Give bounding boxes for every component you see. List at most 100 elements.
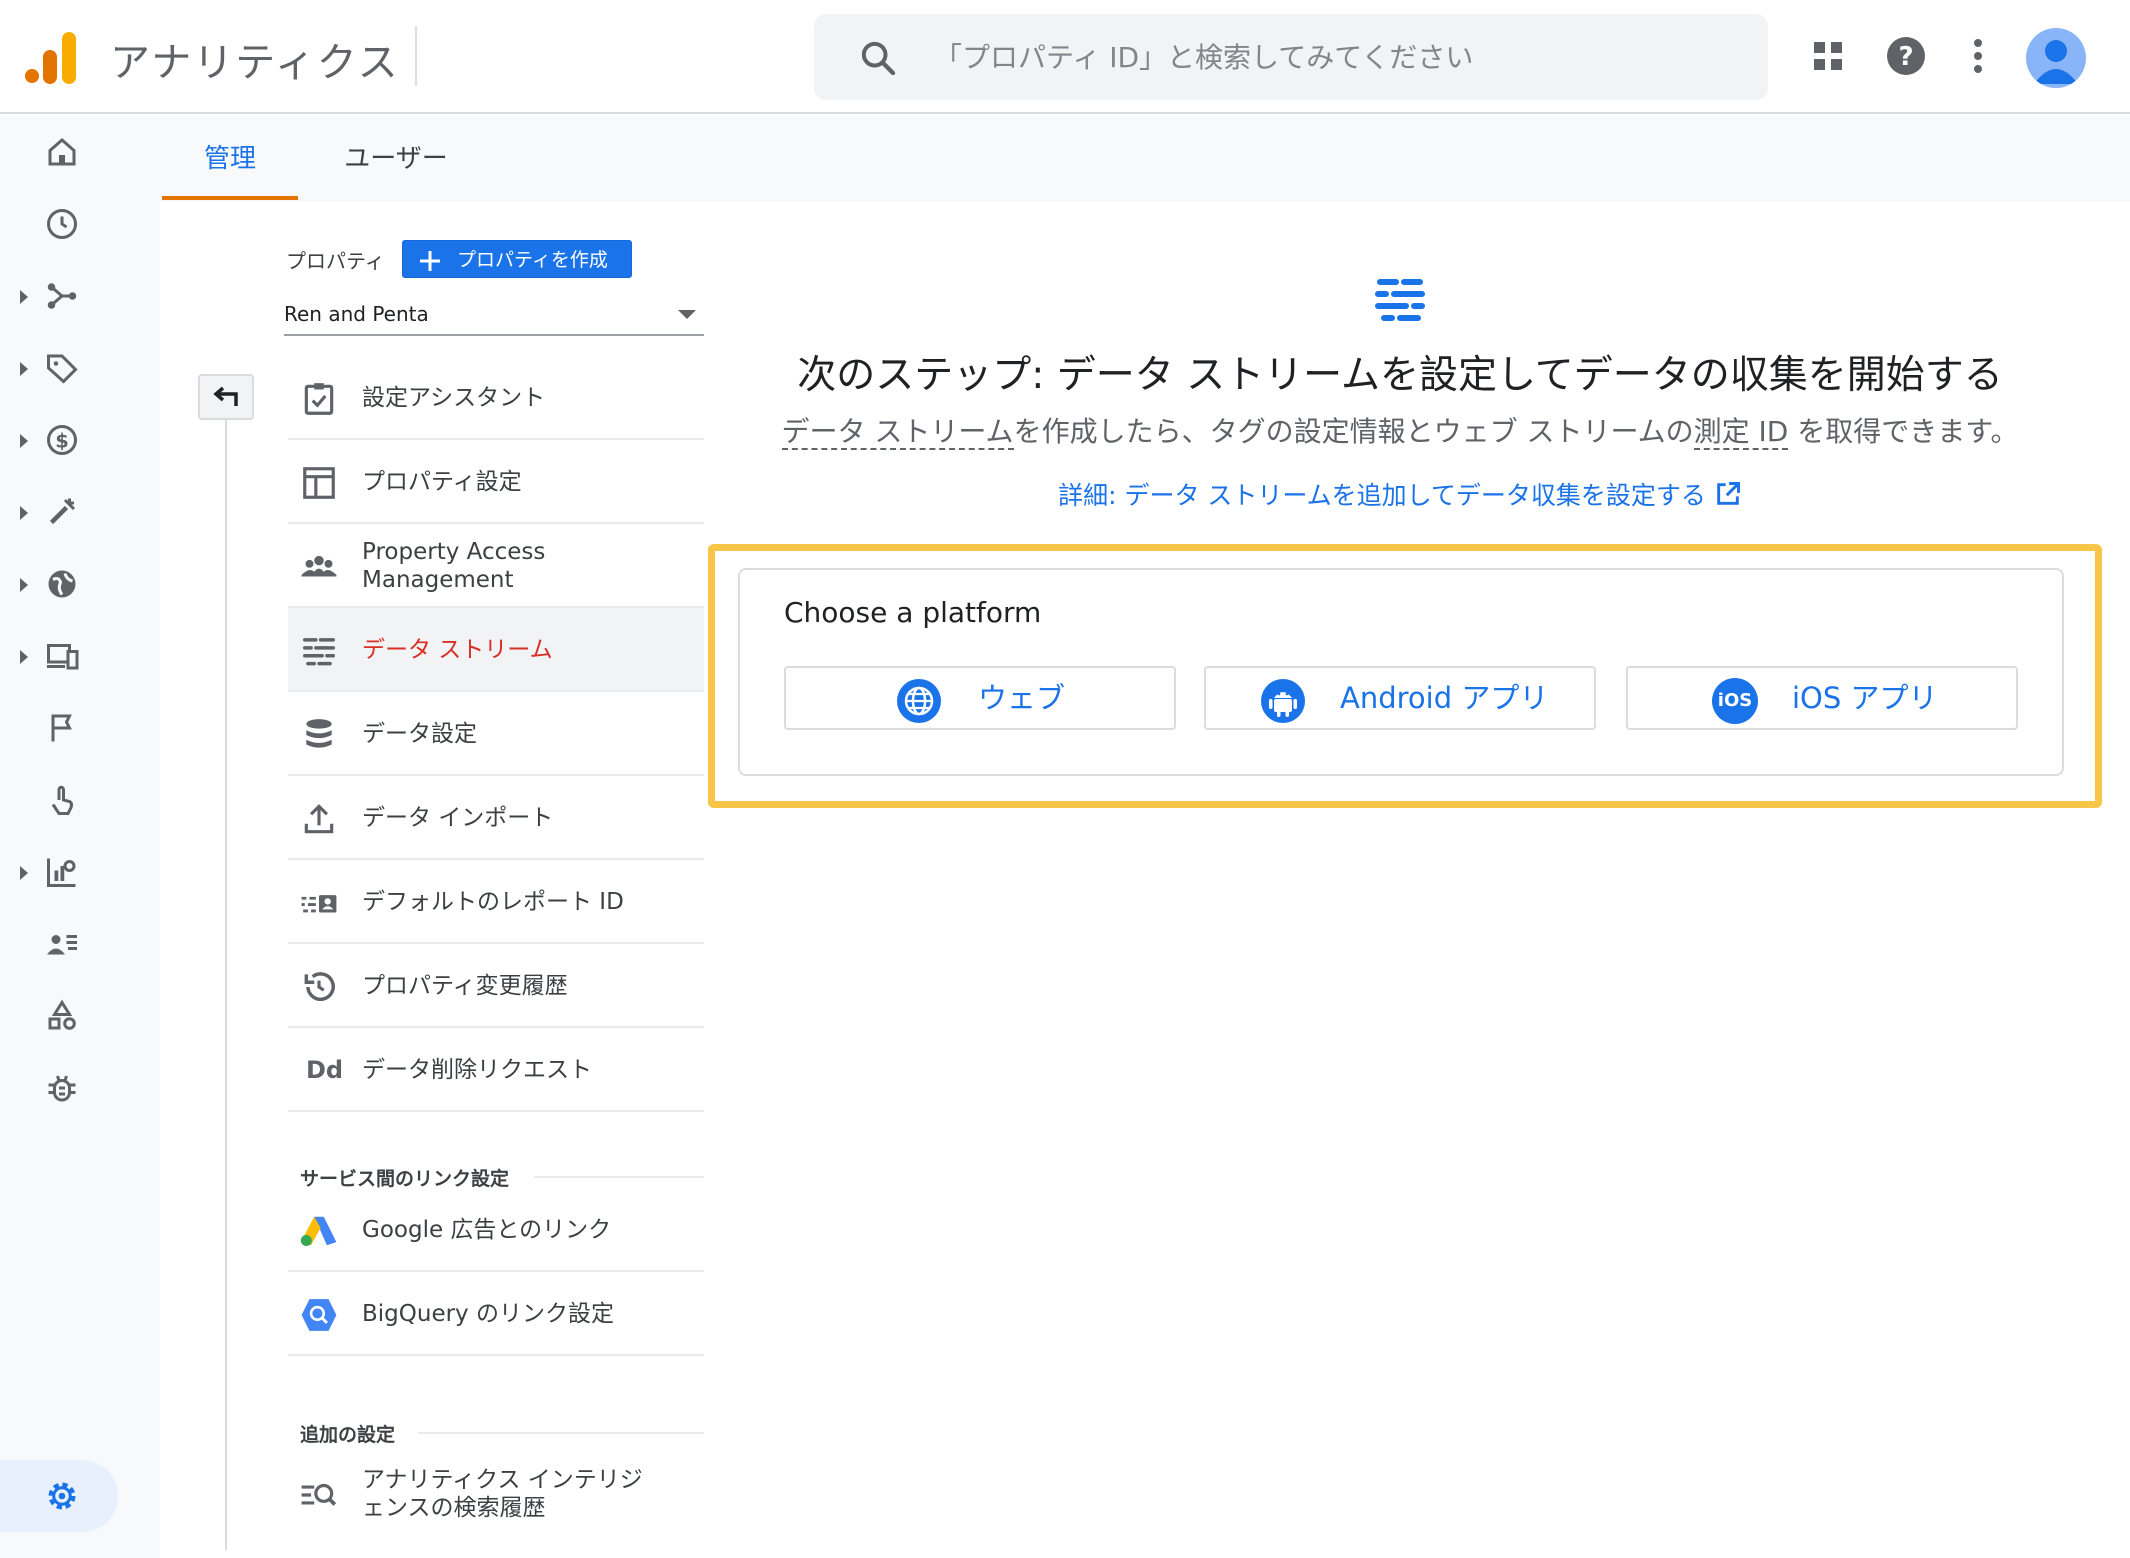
person-icon (2034, 40, 2078, 84)
checklist-icon (304, 383, 334, 415)
google-ads-icon (300, 1216, 337, 1247)
rail-flag[interactable] (0, 698, 160, 758)
rail-insights[interactable] (0, 842, 160, 902)
devices-icon (47, 644, 79, 670)
expand-caret-icon[interactable] (20, 506, 28, 520)
learn-more-link[interactable]: 詳細: データ ストリームを追加してデータ収集を設定する (760, 476, 2040, 512)
menu-item-label-line: アナリティクス インテリジ (362, 1467, 643, 1493)
explore-icon (47, 283, 77, 309)
platform-android-button[interactable]: Android アプリ (1204, 666, 1596, 730)
create-property-button[interactable]: プロパティを作成 (402, 240, 632, 278)
open-in-new-icon (1717, 482, 1740, 505)
top-app-bar: アナリティクス ? (0, 0, 2130, 114)
account-avatar[interactable] (2026, 28, 2086, 88)
data-stream-term[interactable]: データ ストリーム (781, 415, 1014, 450)
menu-item-label: 設定アシスタント (362, 385, 546, 411)
platform-ios-label: iOS アプリ (1792, 681, 1938, 715)
expand-caret-icon[interactable] (20, 434, 28, 448)
collapse-back-button[interactable] (198, 374, 254, 420)
rail-monetization[interactable]: $ (0, 410, 160, 470)
ios-icon: iOS (1712, 678, 1758, 724)
expand-caret-icon[interactable] (20, 290, 28, 304)
menu-item-data-import[interactable]: データ インポート (288, 776, 704, 860)
home-icon (48, 138, 76, 166)
menu-item-google-ads-links[interactable]: Google 広告とのリンク (288, 1188, 704, 1272)
menu-item-label: データ ストリーム (362, 637, 553, 663)
monetization-icon: $ (47, 425, 77, 455)
menu-item-label-line: ェンスの検索履歴 (362, 1495, 546, 1521)
menu-item-default-report-id[interactable]: デフォルトのレポート ID (288, 860, 704, 944)
menu-item-data-settings[interactable]: データ設定 (288, 692, 704, 776)
tab-admin[interactable]: 管理 (162, 116, 298, 202)
rail-touch[interactable] (0, 770, 160, 830)
rail-audience[interactable] (0, 914, 160, 974)
magic-wand-icon (49, 498, 76, 525)
menu-item-analytics-intelligence-history[interactable]: アナリティクス インテリジ ェンスの検索履歴 (288, 1452, 704, 1536)
rail-admin-settings[interactable] (0, 1460, 118, 1532)
web-globe-icon (897, 679, 941, 723)
menu-item-bigquery-links[interactable]: BigQuery のリンク設定 (288, 1272, 704, 1356)
rail-home[interactable] (0, 122, 160, 182)
layout-icon (303, 467, 335, 499)
platform-web-label: ウェブ (978, 681, 1066, 715)
expand-caret-icon[interactable] (20, 362, 28, 376)
people-icon (301, 555, 337, 577)
title-divider (415, 26, 417, 86)
menu-item-label: デフォルトのレポート ID (362, 889, 624, 915)
search-history-icon (301, 1483, 337, 1506)
menu-item-setup-assistant[interactable]: 設定アシスタント (288, 356, 704, 440)
shapes-icon (48, 999, 76, 1030)
data-stream-icon (303, 638, 335, 666)
search-bar[interactable] (814, 14, 1768, 100)
debug-icon (48, 1075, 76, 1102)
history-icon (304, 972, 335, 1001)
property-selector[interactable]: Ren and Penta (284, 294, 704, 336)
rail-reports[interactable] (0, 194, 160, 254)
settings-icon (48, 1482, 76, 1510)
next-step-description: データ ストリームを作成したら、タグの設定情報とウェブ ストリームの測定 ID … (740, 410, 2060, 450)
android-icon (1261, 679, 1305, 723)
rail-tags[interactable] (0, 338, 160, 398)
rail-global[interactable] (0, 554, 160, 614)
touch-icon (51, 785, 73, 815)
expand-caret-icon[interactable] (20, 650, 28, 664)
measurement-id-term[interactable]: 測定 ID (1693, 415, 1789, 450)
property-selected-value: Ren and Penta (284, 302, 429, 326)
next-step-heading: 次のステップ: データ ストリームを設定してデータの収集を開始する (797, 353, 2003, 398)
platform-web-button[interactable]: ウェブ (784, 666, 1176, 730)
upload-icon (304, 804, 334, 834)
svg-text:?: ? (1898, 42, 1913, 72)
rail-explore[interactable] (0, 266, 160, 326)
reports-icon (47, 209, 77, 239)
search-input[interactable] (934, 14, 1734, 100)
left-navigation-rail: $ (0, 116, 160, 1558)
rail-devices[interactable] (0, 626, 160, 686)
menu-item-property-change-history[interactable]: プロパティ変更履歴 (288, 944, 704, 1028)
menu-item-label: BigQuery のリンク設定 (362, 1301, 614, 1327)
description-text: を作成したら、タグの設定情報とウェブ ストリームの (1013, 415, 1694, 448)
menu-item-label: データ設定 (362, 721, 477, 747)
expand-caret-icon[interactable] (20, 866, 28, 880)
expand-caret-icon[interactable] (20, 578, 28, 592)
column-connector-line (225, 420, 227, 1550)
menu-item-property-access-management[interactable]: Property Access Management (288, 524, 704, 608)
analytics-logo-icon[interactable] (24, 32, 80, 84)
menu-item-data-streams[interactable]: データ ストリーム (288, 608, 704, 692)
dd-icon: Dd (306, 1056, 344, 1084)
platform-ios-button[interactable]: iOS iOS アプリ (1626, 666, 2018, 730)
menu-item-property-settings[interactable]: プロパティ設定 (288, 440, 704, 524)
apps-icon[interactable] (1804, 32, 1852, 80)
back-arrow-icon (213, 386, 238, 406)
rail-debug[interactable] (0, 1058, 160, 1118)
rail-configure[interactable] (0, 482, 160, 542)
choose-platform-heading: Choose a platform (784, 596, 1042, 629)
tab-user[interactable]: ユーザー (316, 116, 476, 202)
dropdown-arrow-icon (678, 310, 696, 319)
more-vert-icon[interactable] (1954, 32, 2002, 80)
ios-icon-text: iOS (1717, 690, 1753, 711)
help-icon[interactable]: ? (1882, 32, 1930, 80)
menu-item-data-deletion-requests[interactable]: Dd データ削除リクエスト (288, 1028, 704, 1112)
plus-icon (420, 251, 440, 271)
section-title-additional-settings: 追加の設定 (300, 1424, 396, 1446)
rail-shapes[interactable] (0, 986, 160, 1046)
